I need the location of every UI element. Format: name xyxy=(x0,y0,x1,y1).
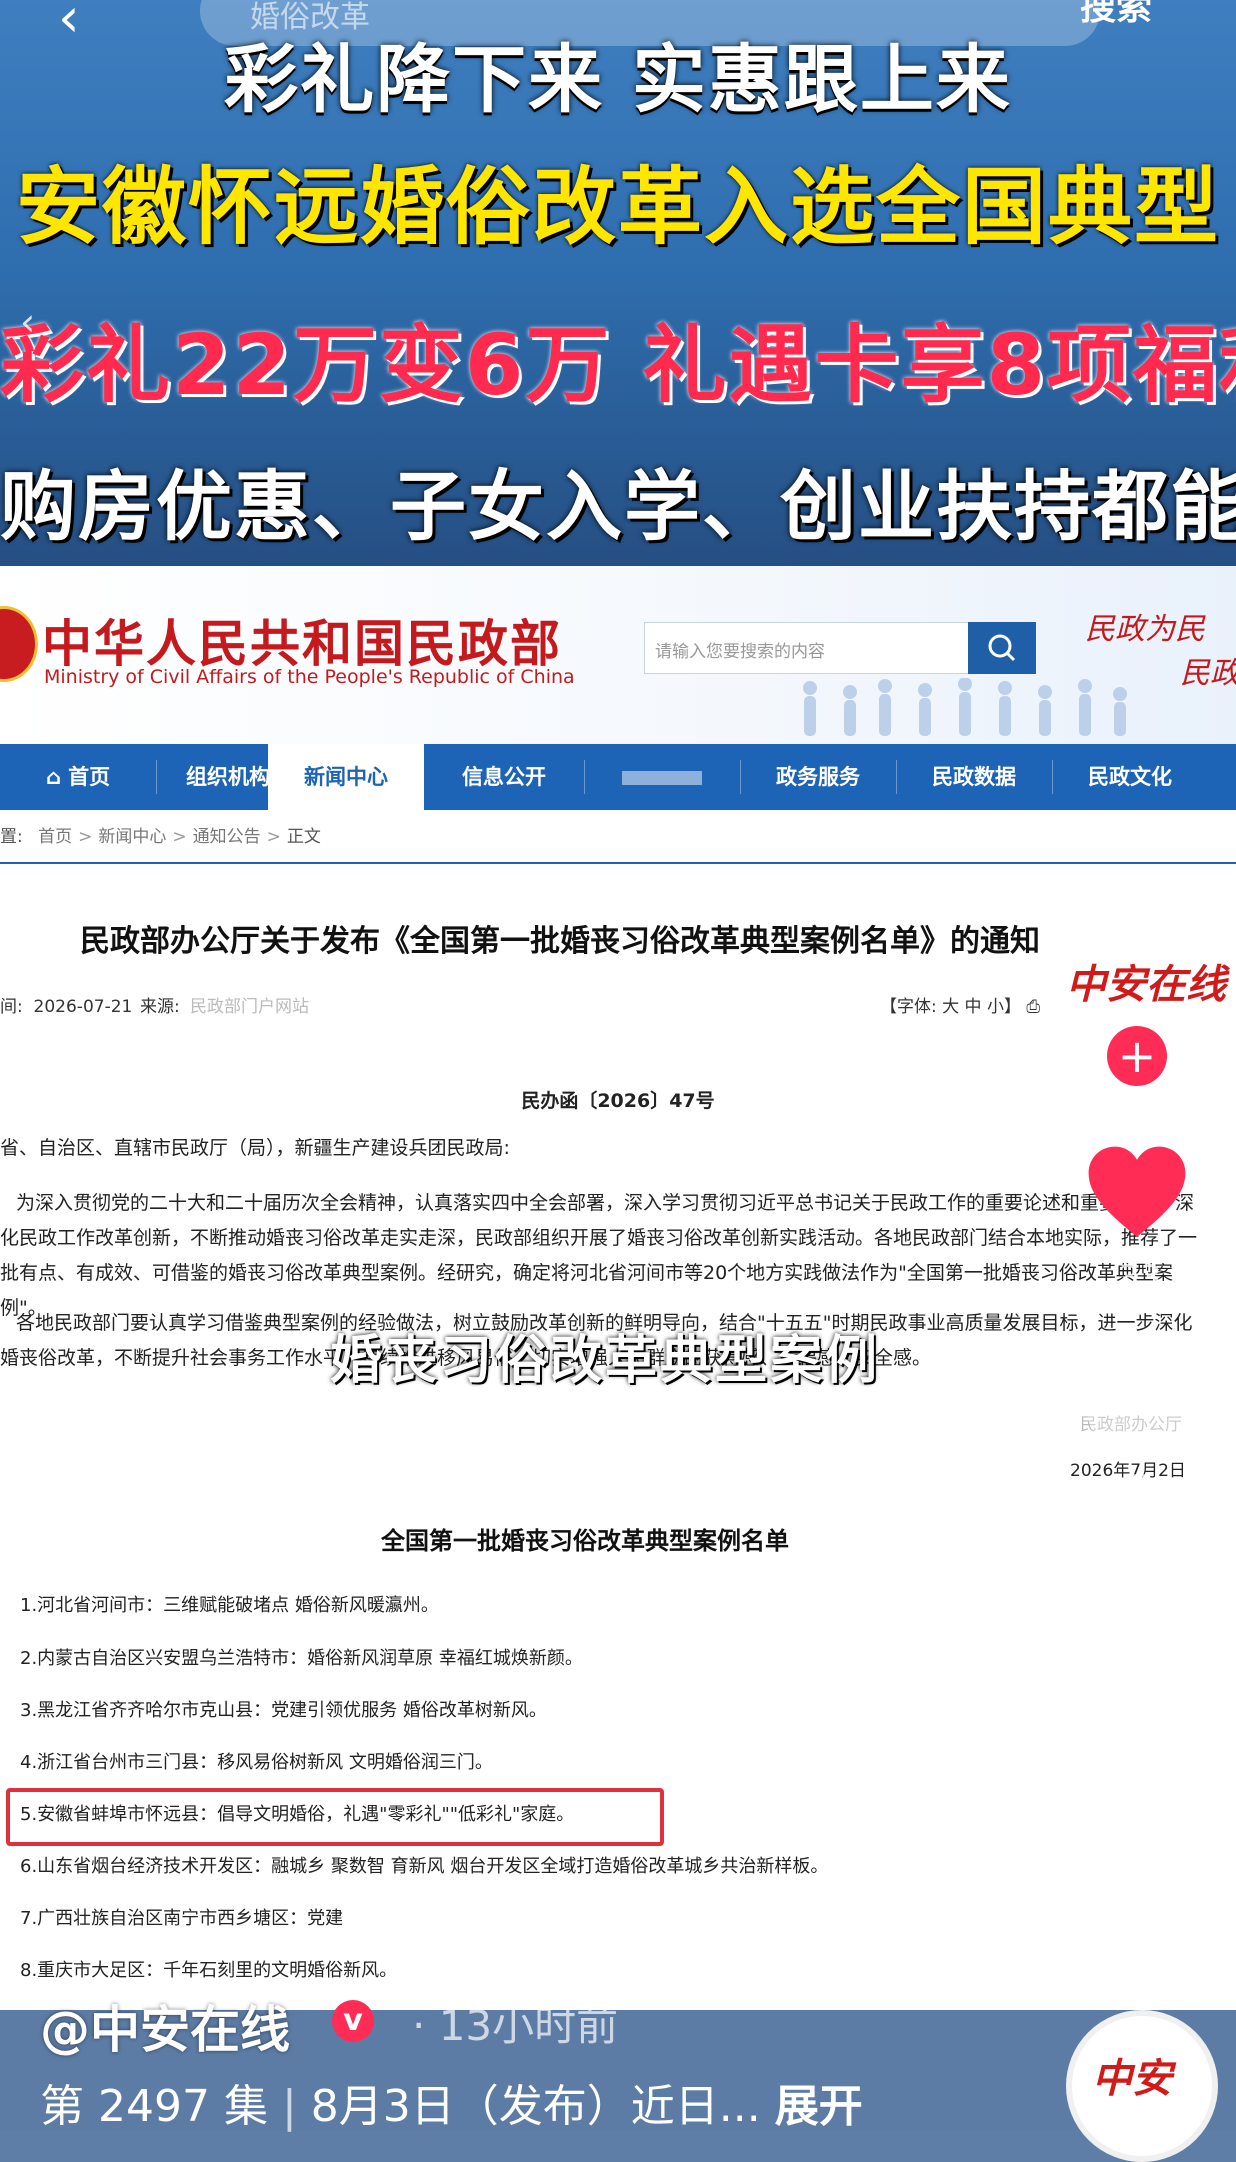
print-icon: ⎙ xyxy=(1026,997,1040,1017)
heart-icon[interactable] xyxy=(1082,1140,1192,1250)
document-number: 民办函〔2026〕47号 xyxy=(521,1090,715,1112)
expand-button[interactable]: 展开 xyxy=(775,2081,863,2132)
site-search-placeholder: 请输入您要搜索的内容 xyxy=(655,642,825,662)
verified-badge-icon: v xyxy=(332,2000,374,2042)
breadcrumb-item: 新闻中心 xyxy=(98,827,167,847)
left-chevron-icon[interactable]: ‹ xyxy=(20,300,35,344)
site-search-input: 请输入您要搜索的内容 xyxy=(644,622,970,674)
banner-headline-4: 购房优惠、子女入学、创业扶持都能享 xyxy=(0,462,1236,551)
document-source-label: 来源: xyxy=(140,997,180,1017)
breadcrumb-item: 通知公告 xyxy=(192,827,261,847)
channel-watermark: 中安在线 xyxy=(1066,961,1226,1008)
case-list-item: 7.广西壮族自治区南宁市西乡塘区：党建 xyxy=(20,1908,344,1929)
like-count: 33 xyxy=(1118,1258,1162,1298)
case-list-item: 1.河北省河间市：三维赋能破堵点 婚俗新风暖瀛州。 xyxy=(20,1595,439,1616)
music-disc-logo: 中安 xyxy=(1092,2055,1172,2102)
episode-label: 第 2497 集 xyxy=(40,2081,268,2132)
video-caption: 婚丧习俗改革典型案例 xyxy=(330,1331,881,1391)
share-count: 69 xyxy=(1118,1905,1162,1945)
people-silhouettes-icon xyxy=(803,678,1127,736)
magnifier-icon xyxy=(988,634,1016,662)
comment-icon[interactable] xyxy=(1088,1362,1188,1462)
font-size-selector: 【字体: 大 中 小】 ⎙ xyxy=(880,997,1040,1017)
case-list-item: 4.浙江省台州市三门县：移风易俗树新风 文明婚俗润三门。 xyxy=(20,1752,493,1773)
site-header: 中华人民共和国民政部 Ministry of Civil Affairs of … xyxy=(0,566,1236,746)
video-banner[interactable]: 婚俗改革 ‹ 搜索 彩礼降下来 实惠跟上来 安徽怀远婚俗改革入选全国典型 彩礼2… xyxy=(0,0,1236,566)
follow-button[interactable]: + xyxy=(1107,1026,1167,1086)
document-title: 民政部办公厅关于发布《全国第一批婚丧习俗改革典型案例名单》的通知 xyxy=(80,924,1040,959)
national-emblem-icon xyxy=(0,606,38,682)
breadcrumb-item: 首页 xyxy=(38,827,73,847)
breadcrumb: 置: 首页 > 新闻中心 > 通知公告 > 正文 xyxy=(0,827,321,847)
nav-home: ⌂ 首页 xyxy=(45,765,111,789)
banner-headline-2: 安徽怀远婚俗改革入选全国典型 xyxy=(15,158,1220,256)
site-subtitle: Ministry of Civil Affairs of the People'… xyxy=(44,666,575,688)
highlight-box xyxy=(6,1788,664,1846)
banner-headline-3: 彩礼22万变6万 礼遇卡享8项福利 xyxy=(0,316,1236,414)
video-description[interactable]: 第 2497 集 | 8月3日（发布）近日... 展开 xyxy=(40,2070,863,2134)
nav-news-center: 新闻中心 xyxy=(268,744,424,814)
case-list-item: 2.内蒙古自治区兴安盟乌兰浩特市：婚俗新风润草原 幸福红城焕新颜。 xyxy=(20,1648,583,1669)
nav-blurred xyxy=(584,744,740,810)
comment-count: 7 xyxy=(1129,1468,1151,1508)
case-list-title: 全国第一批婚丧习俗改革典型案例名单 xyxy=(381,1527,789,1555)
website-screenshot: 中华人民共和国民政部 Ministry of Civil Affairs of … xyxy=(0,566,1236,2010)
case-list-item: 8.重庆市大足区：千年石刻里的文明婚俗新风。 xyxy=(20,1960,398,1981)
divider xyxy=(0,862,1236,864)
nav-gov-services: 政务服务 xyxy=(776,765,860,789)
star-icon[interactable]: ★ xyxy=(1085,1580,1195,1690)
music-disc[interactable]: 中安 xyxy=(1066,2010,1218,2162)
case-list-item: 3.黑龙江省齐齐哈尔市克山县：党建引领优服务 婚俗改革树新风。 xyxy=(20,1700,547,1721)
nav-info-disclosure: 信息公开 xyxy=(462,765,546,789)
site-slogan: 民政为民 xyxy=(1085,612,1205,647)
document-source: 民政部门户网站 xyxy=(190,997,309,1017)
nav-civil-data: 民政数据 xyxy=(932,765,1016,789)
document-paragraph-1: 为深入贯彻党的二十大和二十届历次全会精神，认真落实四中全会部署，深入学习贯彻习近… xyxy=(0,1192,1198,1319)
document-salutation: 省、自治区、直辖市民政厅（局），新疆生产建设兵团民政局: xyxy=(0,1137,510,1159)
site-search-button xyxy=(968,622,1036,674)
banner-headline-1: 彩礼降下来 实惠跟上来 xyxy=(224,37,1012,123)
document-date: 间: 2026-07-21 xyxy=(0,997,133,1017)
favorite-count: 5 xyxy=(1129,1692,1151,1732)
breadcrumb-item: 正文 xyxy=(286,827,321,847)
author-name[interactable]: @中安在线 xyxy=(40,1990,290,2062)
site-slogan-2: 民政 xyxy=(1180,656,1236,691)
site-navbar: ⌂ 首页 组织机构 新闻中心 信息公开 政务服务 民政数据 民政文化 xyxy=(0,744,1236,814)
share-icon[interactable] xyxy=(1082,1800,1192,1900)
nav-civil-culture: 民政文化 xyxy=(1088,765,1172,789)
post-time: · 13小时前 xyxy=(412,2001,619,2050)
case-list-item: 6.山东省烟台经济技术开发区：融城乡 聚数智 育新风 烟台开发区全域打造婚俗改革… xyxy=(20,1856,829,1877)
